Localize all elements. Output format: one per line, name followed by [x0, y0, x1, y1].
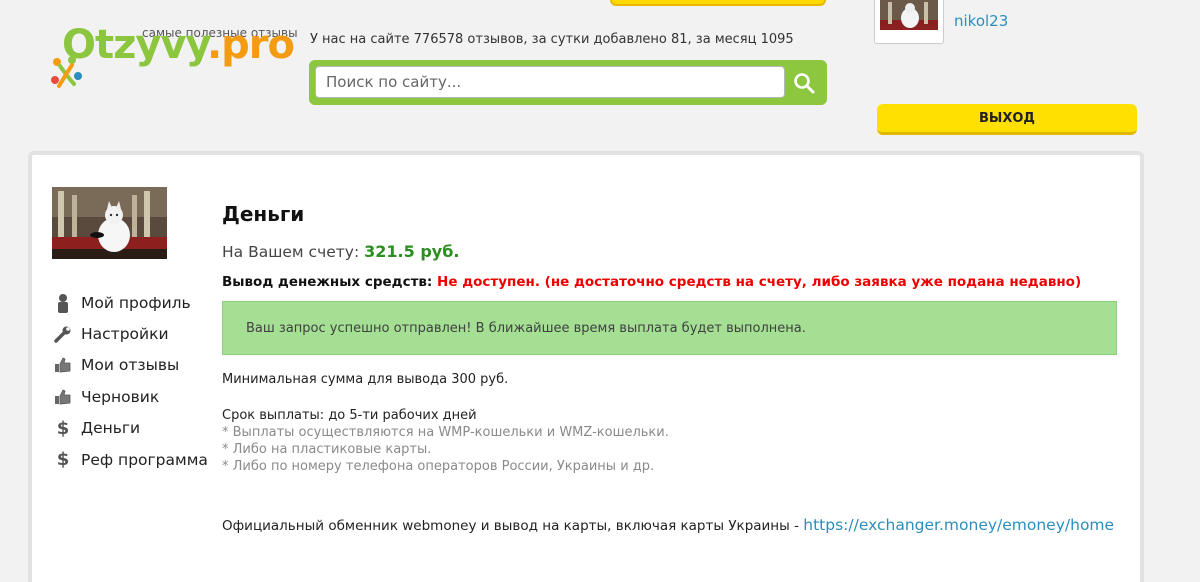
balance-label: На Вашем счету:: [222, 243, 360, 261]
search-icon: [794, 72, 815, 93]
thumbs-up-icon: [52, 389, 74, 405]
sidebar-menu: Мой профиль Настройки Мои отзывы Чернови…: [52, 287, 208, 475]
search-input[interactable]: [315, 66, 785, 98]
exchanger-text: Официальный обменник webmoney и вывод на…: [222, 518, 799, 534]
balance-line: На Вашем счету: 321.5 руб.: [222, 242, 1122, 261]
sidebar-item-label: Черновик: [81, 387, 160, 406]
user-avatar[interactable]: [874, 0, 944, 44]
page-title: Деньги: [222, 202, 305, 226]
withdraw-status: Не доступен. (не достаточно средств на с…: [437, 274, 1082, 290]
sidebar-item-profile[interactable]: Мой профиль: [52, 287, 208, 318]
exchanger-link[interactable]: https://exchanger.money/emoney/home: [803, 516, 1114, 534]
alert-text: Ваш запрос успешно отправлен! В ближайше…: [246, 320, 806, 336]
balance-value: 321.5 руб.: [364, 242, 460, 261]
payout-note: * Либо на пластиковые карты.: [222, 442, 432, 457]
profile-avatar: [52, 187, 167, 259]
exchanger-line: Официальный обменник webmoney и вывод на…: [222, 516, 1122, 534]
logo-wordmark[interactable]: Otzyvy.pro: [62, 22, 295, 68]
sidebar-item-reviews[interactable]: Мои отзывы: [52, 350, 208, 381]
top-button-partial[interactable]: [610, 0, 826, 6]
sidebar-item-label: Настройки: [81, 325, 169, 344]
dollar-icon: $: [56, 449, 70, 471]
user-name-link[interactable]: nikol23: [954, 12, 1008, 30]
thumbs-up-icon: [52, 357, 74, 373]
main-content: Деньги На Вашем счету: 321.5 руб. Вывод …: [222, 202, 1122, 534]
search-button[interactable]: [781, 60, 827, 105]
avatar-cat-image: [880, 0, 938, 30]
success-alert: Ваш запрос успешно отправлен! В ближайше…: [222, 301, 1117, 355]
payout-term-text: Срок выплаты: до 5-ти рабочих дней: [222, 408, 477, 423]
logout-button[interactable]: ВЫХОД: [877, 104, 1137, 135]
dollar-icon: $: [56, 417, 70, 439]
sidebar-item-label: Реф программа: [81, 450, 208, 469]
logo-word-part2: .pro: [206, 22, 295, 68]
sidebar-item-drafts[interactable]: Черновик: [52, 381, 208, 412]
sidebar-item-money[interactable]: $ Деньги: [52, 413, 208, 444]
withdraw-label: Вывод денежных средств:: [222, 274, 433, 290]
sidebar-item-referral[interactable]: $ Реф программа: [52, 444, 208, 475]
payout-note: * Выплаты осуществляются на WMP-кошельки…: [222, 425, 669, 440]
min-sum-text: Минимальная сумма для вывода 300 руб.: [222, 372, 509, 387]
logo-word-part1: Otzyvy: [62, 22, 208, 68]
search-bar: [309, 60, 827, 105]
sidebar-item-settings[interactable]: Настройки: [52, 318, 208, 349]
wrench-icon: [52, 325, 74, 343]
sidebar-item-label: Мой профиль: [81, 293, 191, 312]
withdraw-status-line: Вывод денежных средств: Не доступен. (не…: [222, 274, 1122, 290]
payout-note: * Либо по номеру телефона операторов Рос…: [222, 459, 655, 474]
site-stats: У нас на сайте 776578 отзывов, за сутки …: [310, 32, 794, 47]
sidebar-item-label: Мои отзывы: [81, 356, 180, 375]
sidebar-item-label: Деньги: [81, 419, 141, 438]
person-icon: [52, 293, 74, 313]
